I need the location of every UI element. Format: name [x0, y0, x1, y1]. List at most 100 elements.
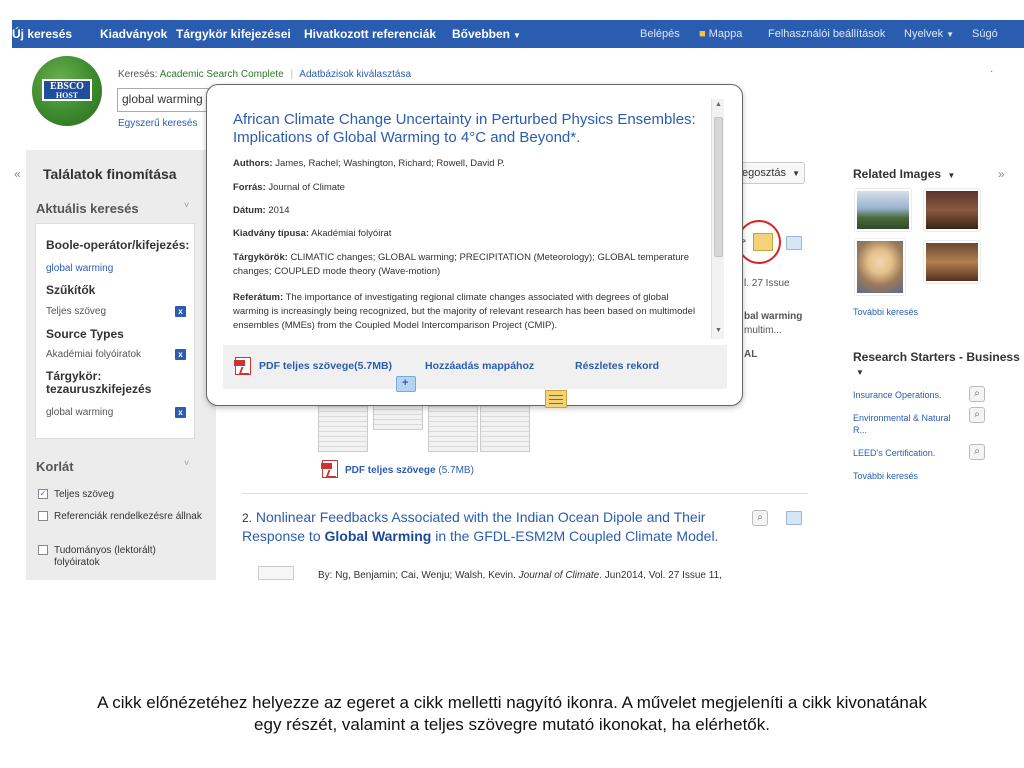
related-images-label: Related Images	[853, 167, 942, 181]
checkbox-peer-reviewed[interactable]	[38, 545, 48, 555]
nav-languages[interactable]: Nyelvek ▼	[904, 28, 954, 40]
research-starter-item[interactable]: Environmental & Natural R...	[853, 412, 963, 436]
collapse-left-icon[interactable]: «	[14, 167, 21, 181]
related-image[interactable]	[924, 241, 980, 283]
subject-heading: Tárgykör: tezauruszkifejezés	[46, 369, 152, 396]
magnifier-preview-icon[interactable]: ⌕	[969, 386, 985, 402]
nav-help[interactable]: Súgó	[972, 28, 998, 40]
popup-add-to-folder-link[interactable]: Hozzáadás mappához	[425, 360, 534, 372]
figure-thumbnail[interactable]	[480, 402, 530, 452]
article-preview-popup: African Climate Change Uncertainty in Pe…	[206, 84, 743, 408]
result2-byline: By: Ng, Benjamin; Cai, Wenju; Walsh, Kev…	[318, 570, 722, 581]
search-label: Keresés:	[118, 69, 158, 80]
popup-detailed-record-link[interactable]: Részletes rekord	[575, 360, 659, 372]
research-starters-label: Research Starters - Business	[853, 350, 1020, 364]
nav-sign-in[interactable]: Belépés	[640, 28, 680, 40]
boolean-value-link[interactable]: global warming	[46, 263, 113, 274]
simple-search-link[interactable]: Egyszerű keresés	[118, 118, 197, 129]
checkbox-references-label: Referenciák rendelkezésre állnak	[54, 511, 202, 522]
top-navigation-bar: Új keresés Kiadványok Tárgykör kifejezés…	[12, 20, 1024, 48]
nav-cited-references[interactable]: Hivatkozott referenciák	[304, 27, 436, 41]
magnifier-preview-icon[interactable]: ⌕	[752, 510, 768, 526]
chevron-down-icon[interactable]: ˅	[184, 458, 189, 468]
research-starter-item[interactable]: Insurance Operations.	[853, 390, 942, 400]
slide-caption: A cikk előnézetéhez helyezze az egeret a…	[0, 692, 1024, 736]
figure-thumbnail[interactable]	[428, 402, 478, 452]
add-to-folder-icon[interactable]	[786, 511, 802, 525]
refine-results-title: Találatok finomítása	[43, 166, 177, 182]
result2-doc-thumbnail	[258, 566, 294, 580]
checkbox-fulltext[interactable]: ✓	[38, 489, 48, 499]
related-images-more-link[interactable]: További keresés	[853, 307, 918, 317]
remove-limiter-icon[interactable]: x	[175, 306, 186, 317]
chevron-down-icon: ▼	[856, 368, 864, 377]
nav-more[interactable]: Bővebben ▼	[452, 27, 521, 41]
chevron-down-icon: ▼	[513, 31, 521, 40]
figure-thumbnail[interactable]	[373, 402, 423, 430]
ebsco-host-logo[interactable]: EBSCO HOST	[32, 56, 102, 126]
related-image[interactable]	[855, 189, 911, 231]
result2-title[interactable]: 2. Nonlinear Feedbacks Associated with t…	[242, 508, 742, 545]
search-input[interactable]: global warming	[117, 88, 212, 112]
folder-icon: ■	[699, 28, 706, 40]
popup-article-title[interactable]: African Climate Change Uncertainty in Pe…	[233, 111, 703, 147]
popup-publication-type: Kiadvány típusa: Akadémiai folyóirat	[233, 228, 392, 239]
popup-abstract: Referátum: The importance of investigati…	[233, 292, 696, 331]
result1-abstract-fragment: multim...	[744, 325, 782, 336]
nav-preferences[interactable]: Felhasználói beállítások	[768, 28, 885, 40]
popup-authors: Authors: James, Rachel; Washington, Rich…	[233, 158, 505, 169]
nav-subject-terms[interactable]: Tárgykör kifejezései	[176, 27, 291, 41]
scroll-down-icon[interactable]: ▼	[715, 327, 722, 334]
dot: ·	[990, 66, 994, 77]
related-image[interactable]	[924, 189, 980, 231]
limiters-heading: Szűkítők	[46, 283, 96, 297]
result1-source-fragment: AL	[744, 349, 758, 360]
divider: |	[290, 69, 294, 80]
checkbox-references[interactable]	[38, 511, 48, 521]
caption-line-1: A cikk előnézetéhez helyezze az egeret a…	[97, 693, 927, 712]
popup-actions-bar: PDF teljes szövege(5.7MB) Hozzáadás mapp…	[223, 345, 727, 408]
result1-pdf-link[interactable]: PDF teljes szövege (5.7MB)	[345, 465, 474, 476]
popup-pdf-link[interactable]: PDF teljes szövege(5.7MB)	[259, 360, 392, 372]
remove-source-type-icon[interactable]: x	[175, 349, 186, 360]
pdf-icon	[321, 460, 338, 478]
current-search-heading[interactable]: Aktuális keresés	[36, 201, 139, 216]
result1-subject-fragment: bal warming	[744, 311, 803, 322]
database-name[interactable]: Academic Search Complete	[160, 69, 284, 80]
chevron-down-icon[interactable]: ˅	[184, 200, 189, 210]
source-type-academic: Akadémiai folyóiratok	[46, 349, 142, 360]
nav-folder[interactable]: ■ Mappa	[699, 28, 742, 40]
figure-thumbnail[interactable]	[318, 402, 368, 452]
scrollbar-thumb[interactable]	[714, 117, 723, 257]
pdf-icon[interactable]	[234, 357, 251, 375]
research-starter-item[interactable]: LEED's Certification.	[853, 448, 935, 458]
popup-scrollbar[interactable]: ▲ ▼	[711, 99, 724, 339]
remove-subject-icon[interactable]: x	[175, 407, 186, 418]
scroll-up-icon[interactable]: ▲	[715, 101, 722, 108]
add-to-folder-icon[interactable]	[396, 376, 416, 392]
caption-line-2: egy részét, valamint a teljes szövegre m…	[254, 715, 770, 734]
choose-databases-link[interactable]: Adatbázisok kiválasztása	[299, 69, 411, 80]
logo-text: EBSCO HOST	[42, 79, 92, 101]
nav-new-search[interactable]: Új keresés	[12, 27, 72, 41]
checkbox-fulltext-label: Teljes szöveg	[54, 489, 115, 500]
share-dropdown[interactable]: egosztás ▼	[733, 162, 805, 184]
nav-more-label: Bővebben	[452, 27, 511, 41]
limit-to-heading[interactable]: Korlát	[36, 459, 74, 474]
detailed-record-icon[interactable]	[545, 390, 567, 408]
subject-value: global warming	[46, 407, 114, 418]
add-to-folder-icon[interactable]	[786, 236, 802, 250]
related-image[interactable]	[855, 239, 905, 295]
nav-publications[interactable]: Kiadványok	[100, 27, 167, 41]
result1-issue-fragment: l. 27 Issue	[744, 278, 790, 289]
limiter-fulltext: Teljes szöveg	[46, 306, 107, 317]
research-starters-more-link[interactable]: További keresés	[853, 471, 918, 481]
chevron-down-icon: ▼	[946, 30, 955, 39]
chevron-down-icon: ▼	[792, 169, 801, 178]
divider	[242, 493, 808, 494]
research-starters-heading[interactable]: Research Starters - Business ▼	[853, 350, 1024, 380]
magnifier-preview-icon[interactable]: ⌕	[969, 407, 985, 423]
collapse-right-icon[interactable]: »	[998, 167, 1005, 181]
related-images-heading[interactable]: Related Images ▼	[853, 167, 955, 181]
magnifier-preview-icon[interactable]: ⌕	[969, 444, 985, 460]
